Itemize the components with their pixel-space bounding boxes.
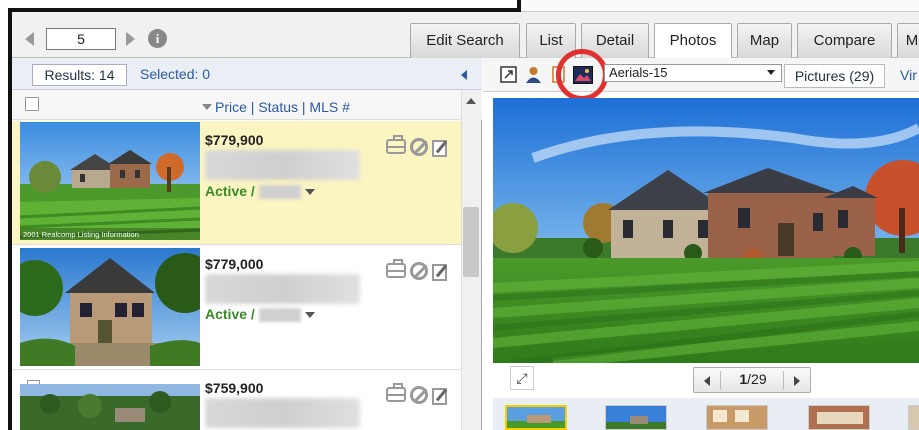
row-actions: [386, 259, 456, 283]
listing-status: Active /: [205, 183, 255, 199]
popout-window-icon[interactable]: [500, 66, 517, 83]
strip-photo-1: [507, 407, 565, 428]
highlight-circle: [556, 49, 608, 101]
tab-more[interactable]: M: [897, 23, 919, 58]
photo-total: /29: [747, 371, 767, 387]
briefcase-icon[interactable]: [386, 135, 406, 154]
photo-watermark: 2001 Realcomp Listing Information: [23, 230, 139, 239]
tab-edit-search[interactable]: Edit Search: [410, 23, 520, 58]
listing-price: $779,000: [205, 256, 264, 272]
chevron-down-icon: [767, 70, 775, 75]
row-actions: [386, 135, 456, 159]
collapse-panel-icon[interactable]: [461, 70, 467, 80]
next-arrow-icon[interactable]: [126, 32, 135, 46]
strip-photo-4: [809, 406, 869, 429]
status-dropdown-icon[interactable]: [305, 189, 315, 195]
pager-divider: [720, 371, 721, 390]
results-count[interactable]: Results: 14: [32, 64, 127, 86]
sort-label[interactable]: Price | Status | MLS #: [215, 99, 350, 115]
listing-thumbnail[interactable]: [20, 248, 200, 366]
strip-thumbnail[interactable]: [706, 405, 768, 430]
scroll-up-icon[interactable]: [466, 98, 476, 104]
frame-border-notch: [517, 0, 521, 12]
expand-icon[interactable]: ⤢: [510, 366, 534, 390]
house-photo-2: [20, 248, 200, 366]
previous-photo-icon[interactable]: [704, 376, 710, 386]
photo-pager: 1/29: [693, 367, 811, 393]
hide-listing-icon[interactable]: [410, 138, 428, 156]
photo-category-value: Aerials-15: [609, 65, 668, 80]
listing-thumbnail[interactable]: [20, 384, 200, 430]
briefcase-icon[interactable]: [386, 383, 406, 402]
previous-arrow-icon[interactable]: [25, 32, 34, 46]
next-photo-icon[interactable]: [794, 376, 800, 386]
listing-price: $779,900: [205, 132, 264, 148]
sort-desc-icon: [202, 104, 212, 110]
select-all-checkbox[interactable]: [25, 97, 39, 111]
selected-count[interactable]: Selected: 0: [140, 66, 210, 82]
tab-photos[interactable]: Photos: [654, 23, 732, 59]
briefcase-icon[interactable]: [386, 259, 406, 278]
top-strip: [521, 0, 919, 12]
redacted-status: [259, 185, 301, 199]
virtual-tour-link[interactable]: Vir: [900, 67, 917, 83]
redacted-status: [259, 308, 301, 322]
hide-listing-icon[interactable]: [410, 262, 428, 280]
photo-current: 1: [739, 371, 748, 387]
listing-thumbnail[interactable]: 2001 Realcomp Listing Information: [20, 122, 200, 240]
edit-note-icon[interactable]: [432, 140, 447, 157]
sort-options[interactable]: Price | Status | MLS #: [202, 99, 350, 115]
info-icon[interactable]: i: [148, 29, 167, 48]
strip-thumbnail[interactable]: [808, 405, 870, 430]
strip-photo-3: [707, 406, 767, 429]
app-window: 5 i Edit Search List Detail Photos Map C…: [0, 0, 919, 430]
hide-listing-icon[interactable]: [410, 386, 428, 404]
status-dropdown-icon[interactable]: [305, 312, 315, 318]
house-photo-1: 2001 Realcomp Listing Information: [20, 122, 200, 240]
tab-compare[interactable]: Compare: [797, 23, 892, 58]
strip-thumbnail[interactable]: [908, 405, 919, 430]
agent-icon[interactable]: [525, 66, 542, 83]
tab-map[interactable]: Map: [737, 23, 792, 58]
strip-photo-5: [909, 406, 919, 429]
redacted-address: [205, 150, 360, 180]
scrollbar-thumb[interactable]: [463, 207, 479, 277]
edit-note-icon[interactable]: [432, 388, 447, 405]
listing-price: $759,900: [205, 380, 264, 396]
photo-category-select[interactable]: Aerials-15: [604, 64, 782, 82]
row-actions: [386, 383, 456, 407]
redacted-address: [205, 398, 360, 428]
main-photo[interactable]: [493, 98, 919, 363]
house-photo-3: [20, 384, 200, 430]
strip-photo-2: [606, 406, 666, 429]
pager-divider: [783, 371, 784, 390]
pictures-button[interactable]: Pictures (29): [784, 64, 885, 88]
edit-note-icon[interactable]: [432, 264, 447, 281]
strip-thumbnail[interactable]: [605, 405, 667, 430]
photo-counter: 1/29: [724, 371, 782, 387]
strip-thumbnail[interactable]: [505, 405, 567, 430]
page-number-input[interactable]: 5: [46, 28, 116, 50]
listing-status: Active /: [205, 306, 255, 322]
redacted-address: [205, 274, 360, 304]
main-house-image: [493, 98, 919, 363]
